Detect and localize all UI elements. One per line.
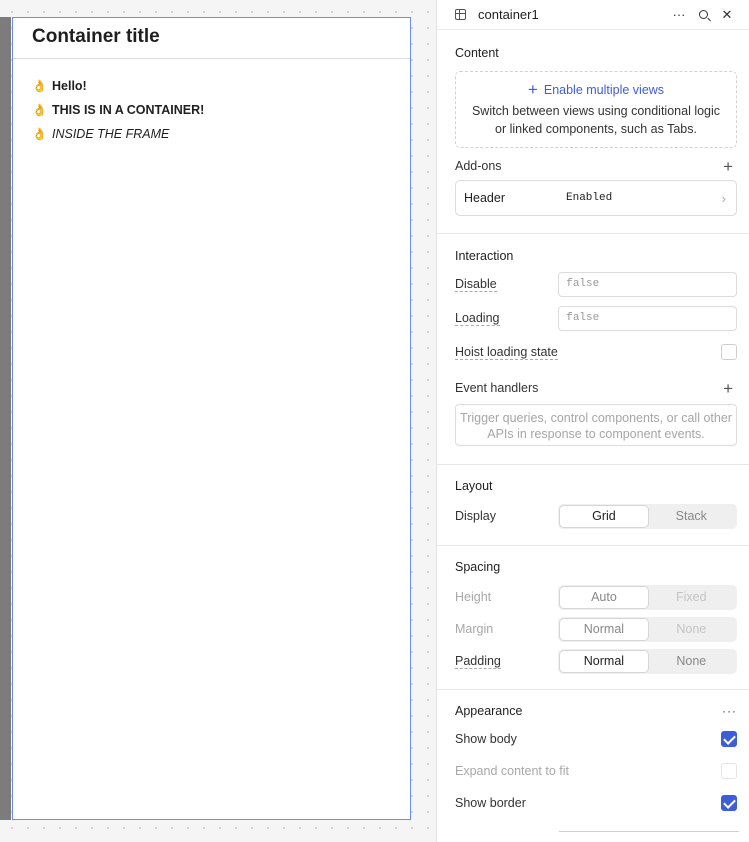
addon-status: Enabled: [566, 192, 613, 204]
padding-toggle: Normal None: [558, 648, 737, 674]
text-line-frame[interactable]: 👌 INSIDE THE FRAME: [32, 122, 410, 146]
component-name[interactable]: container1: [478, 7, 667, 22]
text-container: THIS IS IN A CONTAINER!: [52, 103, 205, 117]
inspector-panel: container1 ··· ✕ Content + Enable multip…: [436, 0, 749, 842]
expand-label: Expand content to fit: [455, 764, 569, 778]
canvas-left-edge: [0, 17, 11, 820]
display-stack-option[interactable]: Stack: [648, 506, 735, 527]
ok-hand-icon: 👌: [32, 79, 47, 93]
height-auto-option[interactable]: Auto: [560, 586, 648, 608]
height-label: Height: [455, 590, 492, 604]
appearance-header: Appearance ···: [455, 701, 737, 721]
interaction-title: Interaction: [455, 249, 514, 263]
hoist-label: Hoist loading state: [455, 345, 558, 360]
enable-views-label: Enable multiple views: [543, 82, 665, 97]
layout-title: Layout: [455, 479, 493, 493]
padding-none-option[interactable]: None: [648, 651, 735, 672]
next-field-edge: [559, 831, 739, 832]
inspector-header: container1 ··· ✕: [437, 0, 749, 30]
padding-normal-option[interactable]: Normal: [560, 650, 648, 672]
show-body-row: Show body: [455, 723, 737, 755]
margin-label: Margin: [455, 622, 494, 636]
show-border-label: Show border: [455, 796, 526, 810]
height-toggle: Auto Fixed: [558, 584, 737, 610]
appearance-section: Appearance ··· Show body Expand content …: [437, 690, 749, 832]
display-label: Display: [455, 509, 496, 523]
appearance-title: Appearance: [455, 704, 523, 718]
loading-row: Loading false: [455, 302, 737, 334]
hoist-checkbox[interactable]: [721, 344, 737, 360]
disable-input[interactable]: false: [558, 271, 737, 297]
container-component[interactable]: Container title 👌 Hello! 👌 THIS IS IN A …: [12, 17, 411, 820]
event-handlers-empty[interactable]: Trigger queries, control components, or …: [455, 404, 737, 446]
more-options-icon[interactable]: ···: [667, 7, 691, 22]
display-toggle: Grid Stack: [558, 503, 737, 529]
content-section: Content + Enable multiple views Switch b…: [437, 30, 749, 234]
text-hello: Hello!: [52, 79, 87, 93]
container-title[interactable]: Container title: [32, 26, 410, 48]
padding-label: Padding: [455, 654, 501, 669]
expand-row: Expand content to fit: [455, 755, 737, 787]
container-body: 👌 Hello! 👌 THIS IS IN A CONTAINER! 👌 INS…: [13, 59, 410, 146]
enable-multiple-views-button[interactable]: + Enable multiple views: [456, 81, 736, 98]
loading-input[interactable]: false: [558, 305, 737, 331]
loading-label: Loading: [455, 311, 500, 326]
ok-hand-icon: 👌: [32, 127, 47, 141]
container-grid-icon: [455, 9, 466, 20]
addon-name: Header: [464, 191, 505, 205]
enable-views-description: Switch between views using conditional l…: [471, 104, 721, 136]
show-border-row: Show border: [455, 787, 737, 819]
show-body-label: Show body: [455, 732, 517, 746]
disable-row: Disable false: [455, 268, 737, 300]
layout-section: Layout Display Grid Stack: [437, 465, 749, 546]
padding-row: Padding Normal None: [455, 645, 737, 677]
text-frame: INSIDE THE FRAME: [52, 127, 170, 141]
margin-none-option[interactable]: None: [648, 619, 735, 640]
display-row: Display Grid Stack: [455, 500, 737, 532]
spacing-title: Spacing: [455, 560, 501, 574]
content-title: Content: [455, 46, 499, 60]
addons-row: Add-ons +: [455, 152, 737, 180]
show-border-checkbox[interactable]: [721, 795, 737, 811]
event-handlers-label: Event handlers: [455, 381, 539, 395]
event-handlers-row: Event handlers +: [455, 372, 737, 404]
spacing-section: Spacing Height Auto Fixed Margin Normal …: [437, 546, 749, 690]
interaction-section: Interaction Disable false Loading false …: [437, 234, 749, 465]
plus-icon: +: [527, 80, 538, 99]
margin-normal-option[interactable]: Normal: [560, 618, 648, 640]
appearance-more-icon[interactable]: ···: [722, 704, 737, 718]
search-icon[interactable]: [691, 7, 715, 22]
ok-hand-icon: 👌: [32, 103, 47, 117]
addons-title: Add-ons: [455, 159, 502, 173]
container-header: Container title: [13, 18, 410, 59]
enable-views-box: + Enable multiple views Switch between v…: [455, 71, 737, 148]
hoist-row: Hoist loading state: [455, 336, 737, 368]
chevron-right-icon: ›: [721, 190, 726, 206]
add-event-handler-icon[interactable]: +: [723, 380, 733, 397]
disable-label: Disable: [455, 277, 497, 292]
add-addon-icon[interactable]: +: [723, 158, 733, 175]
text-line-hello[interactable]: 👌 Hello!: [32, 74, 410, 98]
close-icon[interactable]: ✕: [715, 7, 739, 23]
margin-toggle: Normal None: [558, 616, 737, 642]
display-grid-option[interactable]: Grid: [560, 505, 648, 527]
height-row: Height Auto Fixed: [455, 581, 737, 613]
expand-checkbox[interactable]: [721, 763, 737, 779]
text-line-container[interactable]: 👌 THIS IS IN A CONTAINER!: [32, 98, 410, 122]
addon-header[interactable]: Header Enabled ›: [455, 180, 737, 216]
margin-row: Margin Normal None: [455, 613, 737, 645]
show-body-checkbox[interactable]: [721, 731, 737, 747]
height-fixed-option[interactable]: Fixed: [648, 587, 735, 608]
